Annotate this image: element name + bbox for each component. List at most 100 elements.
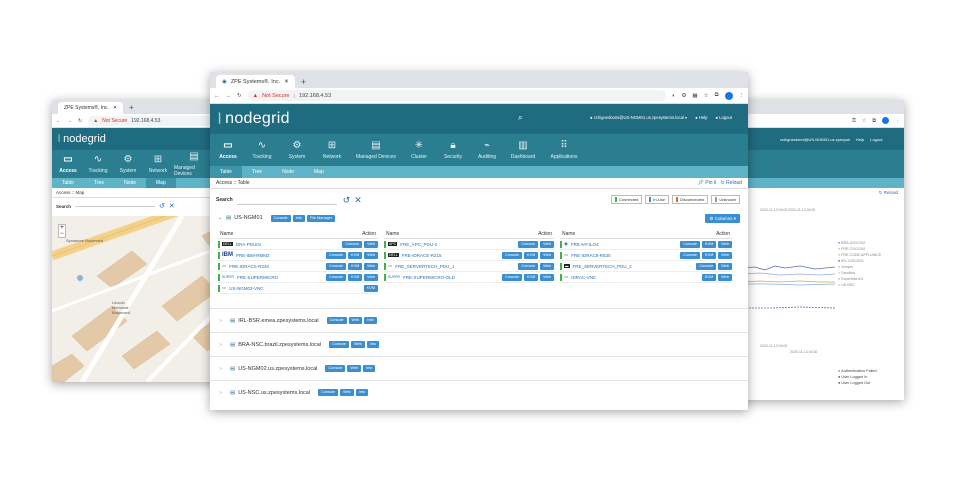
site-info-button[interactable]: Info: [366, 341, 380, 348]
site-row[interactable]: › ▤ IRL-BSR.emea.zpesystems.local Consol…: [210, 308, 748, 332]
search-icon[interactable]: ⌕: [518, 113, 522, 123]
chevron-right-icon[interactable]: ›: [220, 390, 230, 396]
console-button[interactable]: Console: [326, 262, 347, 270]
history-icon[interactable]: ↺: [343, 195, 351, 206]
reload-icon[interactable]: ↻: [879, 190, 883, 195]
star-icon[interactable]: ☆: [704, 93, 709, 99]
menu-icon[interactable]: ⋮: [895, 118, 900, 124]
module-security[interactable]: 🔒︎ Security: [438, 134, 468, 166]
module-dashboard[interactable]: ▥ Dashboard: [506, 134, 540, 166]
chevron-right-icon[interactable]: ›: [220, 318, 230, 324]
kvm-button[interactable]: KVM: [702, 273, 717, 281]
site-info-button[interactable]: Info: [364, 317, 377, 324]
web-button[interactable]: Web: [718, 273, 732, 281]
extension-icon[interactable]: ▦: [692, 93, 697, 99]
device-name[interactable]: FRE-SUPERMICRO-OLD: [400, 275, 500, 280]
search-input[interactable]: [236, 196, 337, 205]
site-console-button[interactable]: Console: [326, 317, 347, 324]
device-name[interactable]: FRE-IDRAC8-R530: [568, 253, 678, 258]
tab-tree[interactable]: Tree: [84, 178, 114, 188]
reload-link[interactable]: Reload: [884, 190, 898, 195]
web-button[interactable]: Web: [364, 273, 378, 281]
module-tracking[interactable]: ∿ Tracking: [246, 134, 278, 166]
console-button[interactable]: Console: [326, 273, 347, 281]
tab-map[interactable]: Map: [146, 178, 176, 188]
reload-icon[interactable]: ↻: [78, 118, 82, 124]
history-icon[interactable]: ↺: [159, 202, 165, 210]
module-network[interactable]: ⊞ Network: [316, 134, 348, 166]
key-icon[interactable]: ⚿: [852, 118, 856, 124]
chevron-right-icon[interactable]: ›: [220, 366, 230, 372]
module-system[interactable]: ⚙ System: [114, 150, 142, 178]
chevron-down-icon[interactable]: ⌄: [218, 215, 226, 221]
zoom-out-button[interactable]: −: [59, 231, 65, 237]
module-cluster[interactable]: ✳ Cluster: [404, 134, 434, 166]
tab-table[interactable]: Table: [210, 166, 242, 178]
device-name[interactable]: FRE-SUPERMICRO: [234, 275, 324, 280]
forward-icon[interactable]: →: [67, 118, 72, 124]
site-web-button[interactable]: Web: [339, 389, 354, 396]
module-managed-devices[interactable]: ▤ Managed Devices: [352, 134, 400, 166]
site-row[interactable]: › ▤ US-NSC.us.zpesystems.local Console W…: [210, 380, 748, 404]
help-link[interactable]: Help: [856, 137, 864, 142]
site-row[interactable]: › ▤ BRA-NSC.brazil.zpesystems.local Cons…: [210, 332, 748, 356]
device-row[interactable]: SUPER FRE-SUPERMICRO-OLD Console KVM Web: [384, 272, 554, 283]
web-button[interactable]: Web: [718, 262, 732, 270]
device-name[interactable]: DRA-PDU01: [233, 242, 341, 247]
web-button[interactable]: Web: [540, 262, 554, 270]
site-console-button[interactable]: Console: [329, 341, 349, 348]
device-name[interactable]: FRE_APC_PDU-3: [397, 242, 516, 247]
device-row[interactable]: IBM PRE-IBM-RMM2 Console KVM Web: [218, 250, 378, 261]
site-name[interactable]: US-NGM01: [234, 215, 262, 221]
help-link[interactable]: ● Help: [695, 115, 707, 120]
site-console-button[interactable]: Console: [270, 214, 291, 222]
new-tab-icon[interactable]: +: [129, 102, 134, 114]
search-input[interactable]: [75, 205, 156, 207]
clear-icon[interactable]: ✕: [354, 195, 362, 206]
kvm-button[interactable]: KVM: [702, 240, 717, 248]
site-name[interactable]: US-NSC.us.zpesystems.local: [238, 390, 310, 396]
tab-node[interactable]: Node: [272, 166, 304, 178]
module-applications[interactable]: ⠿ Applications: [544, 134, 584, 166]
kvm-button[interactable]: KVM: [348, 262, 363, 270]
site-name[interactable]: IRL-BSR.emea.zpesystems.local: [238, 318, 318, 324]
device-row[interactable]: ▭ US-NGM03-VNC KVM: [218, 283, 378, 294]
web-button[interactable]: Web: [718, 240, 732, 248]
device-name[interactable]: FRE-NY-ILO4: [568, 242, 678, 247]
kvm-button[interactable]: KVM: [363, 284, 378, 292]
device-name[interactable]: FRE_SERVERTECH_PDU_2: [570, 264, 695, 269]
console-button[interactable]: Console: [518, 262, 539, 270]
browser-tab[interactable]: ZPE Systems®, Inc. ✕: [58, 102, 124, 114]
console-button[interactable]: Console: [502, 273, 523, 281]
profile-icon[interactable]: [882, 117, 889, 124]
pin-icon[interactable]: 📌︎: [698, 180, 704, 186]
device-row[interactable]: SUPER FRE-SUPERMICRO Console KVM Web: [218, 272, 378, 283]
device-name[interactable]: PRE-IBM-RMM2: [233, 253, 324, 258]
site-info-button[interactable]: Info: [355, 389, 369, 396]
site-web-button[interactable]: Web: [348, 317, 363, 324]
extension-icon[interactable]: ◐: [672, 93, 675, 99]
site-info-button[interactable]: Info: [292, 214, 305, 222]
module-access[interactable]: ▭ Access: [54, 150, 82, 178]
device-row[interactable]: DELL FRE-IDRACE-R215 Console KVM Web: [384, 250, 554, 261]
device-name[interactable]: FRE-IDRACS-R240: [226, 264, 324, 269]
kvm-button[interactable]: KVM: [348, 273, 363, 281]
columns-button[interactable]: ⚙ Columns ▾: [705, 213, 740, 223]
back-icon[interactable]: ←: [56, 118, 61, 124]
legend-item[interactable]: ● User Logged Out: [838, 380, 877, 386]
clear-icon[interactable]: ✕: [169, 202, 175, 210]
extension-icon[interactable]: ⚙: [681, 93, 686, 99]
kvm-button[interactable]: KVM: [348, 251, 363, 259]
web-button[interactable]: Web: [364, 240, 378, 248]
site-web-button[interactable]: Web: [350, 341, 365, 348]
device-row[interactable]: ▭ IDRAC-VNC KVM Web: [560, 272, 732, 283]
puzzle-icon[interactable]: ⧉: [715, 92, 719, 99]
site-console-button[interactable]: Console: [325, 365, 346, 372]
web-button[interactable]: Web: [364, 262, 378, 270]
console-button[interactable]: Console: [502, 251, 523, 259]
user-menu[interactable]: cchignesbomi@US-NGM01.us.zpesystems.loca…: [780, 137, 850, 142]
device-name[interactable]: IDRAC-VNC: [568, 275, 700, 280]
profile-icon[interactable]: [724, 91, 733, 100]
back-icon[interactable]: ←: [214, 93, 220, 99]
console-button[interactable]: Console: [518, 240, 539, 248]
